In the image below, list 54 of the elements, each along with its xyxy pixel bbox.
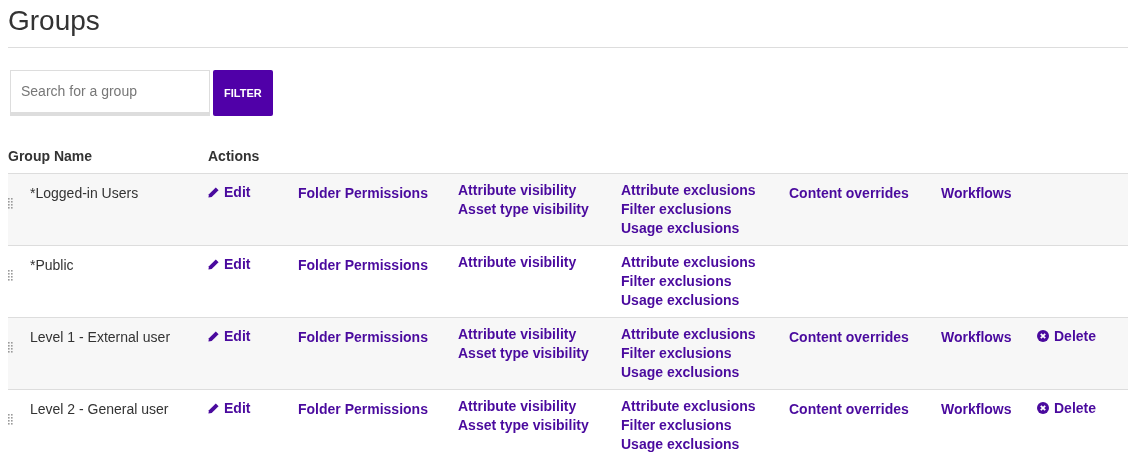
group-name: *Logged-in Users	[30, 185, 139, 201]
workflows-link[interactable]: Workflows	[941, 401, 1012, 417]
drag-handle-icon[interactable]	[8, 413, 13, 425]
visibility-link[interactable]: Attribute visibility	[458, 181, 577, 200]
group-name: *Public	[30, 257, 74, 273]
search-field[interactable]: Search for a group	[10, 70, 210, 116]
drag-handle-icon[interactable]	[8, 341, 13, 353]
exclusions-link[interactable]: Filter exclusions	[621, 200, 732, 219]
delete-link[interactable]: Delete	[1037, 398, 1097, 418]
column-header: Actions	[208, 147, 260, 166]
content-overrides-link[interactable]: Content overrides	[789, 401, 909, 417]
visibility-link[interactable]: Asset type visibility	[458, 416, 589, 435]
group-name: Level 1 - External user	[30, 329, 171, 345]
edit-link[interactable]: Edit	[208, 327, 251, 346]
content-overrides-link[interactable]: Content overrides	[789, 329, 909, 345]
exclusions-link[interactable]: Filter exclusions	[621, 272, 732, 291]
pencil-icon	[208, 331, 219, 342]
edit-link[interactable]: Edit	[208, 183, 251, 202]
exclusions-link[interactable]: Usage exclusions	[621, 219, 740, 238]
visibility-link[interactable]: Attribute visibility	[458, 325, 577, 344]
group-name: Level 2 - General user	[30, 401, 169, 417]
exclusions-link[interactable]: Filter exclusions	[621, 344, 732, 363]
visibility-link[interactable]: Asset type visibility	[458, 200, 589, 219]
visibility-link[interactable]: Attribute visibility	[458, 253, 577, 272]
folder-permissions-link[interactable]: Folder Permissions	[298, 329, 428, 345]
edit-link[interactable]: Edit	[208, 399, 251, 418]
folder-permissions-link[interactable]: Folder Permissions	[298, 185, 428, 201]
column-header: Group Name	[8, 147, 92, 166]
delete-icon	[1037, 402, 1049, 414]
exclusions-link[interactable]: Attribute exclusions	[621, 397, 756, 416]
delete-link[interactable]: Delete	[1037, 326, 1097, 346]
page-title: Groups	[8, 4, 101, 38]
folder-permissions-link[interactable]: Folder Permissions	[298, 401, 428, 417]
drag-handle-icon[interactable]	[8, 269, 13, 281]
pencil-icon	[208, 259, 219, 270]
exclusions-link[interactable]: Usage exclusions	[621, 435, 740, 454]
exclusions-link[interactable]: Usage exclusions	[621, 291, 740, 310]
exclusions-link[interactable]: Attribute exclusions	[621, 325, 756, 344]
delete-icon	[1037, 330, 1049, 342]
edit-link[interactable]: Edit	[208, 255, 251, 274]
workflows-link[interactable]: Workflows	[941, 329, 1012, 345]
visibility-link[interactable]: Attribute visibility	[458, 397, 577, 416]
visibility-link[interactable]: Asset type visibility	[458, 344, 589, 363]
drag-handle-icon[interactable]	[8, 197, 13, 209]
exclusions-link[interactable]: Attribute exclusions	[621, 253, 756, 272]
workflows-link[interactable]: Workflows	[941, 185, 1012, 201]
folder-permissions-link[interactable]: Folder Permissions	[298, 257, 428, 273]
exclusions-link[interactable]: Attribute exclusions	[621, 181, 756, 200]
exclusions-link[interactable]: Usage exclusions	[621, 363, 740, 382]
pencil-icon	[208, 403, 219, 414]
content-overrides-link[interactable]: Content overrides	[789, 185, 909, 201]
pencil-icon	[208, 187, 219, 198]
exclusions-link[interactable]: Filter exclusions	[621, 416, 732, 435]
filter-button[interactable]: FILTER	[213, 70, 273, 116]
